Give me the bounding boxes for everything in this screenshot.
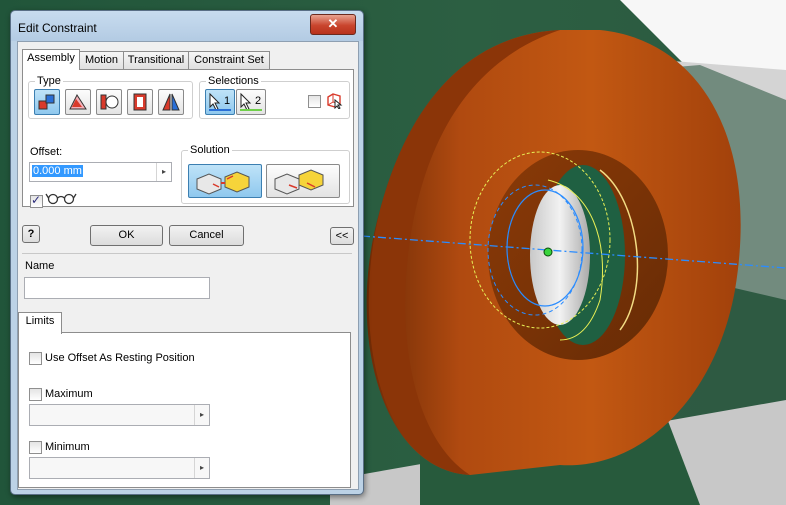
pick-part-first-icon[interactable]: [325, 91, 343, 109]
flush-solution-icon: [274, 169, 324, 195]
help-button[interactable]: ?: [22, 225, 40, 243]
offset-input[interactable]: 0.000 mm ▸: [29, 162, 172, 182]
limits-panel: Use Offset As Resting Position Maximum ▸…: [18, 332, 351, 488]
edit-constraint-dialog: Edit Constraint ✕ Assembly Motion Transi…: [10, 10, 364, 495]
tangent-icon: [100, 94, 119, 110]
symmetry-icon: [162, 93, 180, 111]
arrow-right-icon: ▸: [199, 463, 204, 472]
selection-2-number: 2: [255, 95, 262, 107]
selections-label: Selections: [206, 75, 261, 87]
use-offset-label: Use Offset As Resting Position: [45, 352, 195, 364]
offset-value: 0.000 mm: [32, 165, 83, 177]
maximum-dropdown-arrow[interactable]: ▸: [194, 405, 209, 425]
selection-1-color-bar: [209, 109, 231, 111]
tab-limits[interactable]: Limits: [18, 312, 62, 334]
arrow-right-icon: ▸: [199, 410, 204, 419]
help-icon: ?: [27, 228, 35, 240]
arrow-right-icon: ▸: [161, 167, 166, 176]
use-offset-checkbox[interactable]: [29, 352, 42, 365]
selection-1-button[interactable]: 1: [205, 89, 235, 115]
maximum-checkbox[interactable]: [29, 388, 42, 401]
selection-2-button[interactable]: 2: [236, 89, 266, 115]
minimum-dropdown-arrow[interactable]: ▸: [194, 458, 209, 478]
insert-icon: [133, 93, 147, 111]
insert-constraint-button[interactable]: [127, 89, 153, 115]
angle-constraint-button[interactable]: [65, 89, 91, 115]
divider: [22, 253, 352, 254]
selection-1-number: 1: [224, 95, 231, 107]
mate-solution-icon: [196, 171, 250, 195]
mate-constraint-button[interactable]: [34, 89, 60, 115]
collapse-button[interactable]: <<: [330, 227, 354, 245]
solution-label: Solution: [188, 144, 232, 156]
dialog-body: Assembly Motion Transitional Constraint …: [17, 41, 359, 490]
tangent-constraint-button[interactable]: [96, 89, 122, 115]
close-button[interactable]: ✕: [310, 14, 356, 35]
symmetry-constraint-button[interactable]: [158, 89, 184, 115]
mate-icon: [38, 94, 55, 110]
show-preview-checkbox[interactable]: [30, 193, 43, 208]
first-occurrence-checkbox[interactable]: [308, 95, 321, 108]
maximum-input[interactable]: ▸: [29, 404, 210, 426]
minimum-label: Minimum: [45, 441, 90, 453]
type-label: Type: [35, 75, 63, 87]
close-icon: ✕: [327, 16, 339, 31]
offset-label: Offset:: [30, 146, 63, 158]
minimum-checkbox[interactable]: [29, 441, 42, 454]
glasses-icon: [45, 193, 77, 205]
flush-solution-button[interactable]: [266, 164, 340, 198]
cancel-button[interactable]: Cancel: [169, 225, 244, 246]
tab-transitional[interactable]: Transitional: [123, 51, 189, 69]
angle-icon: [69, 93, 87, 110]
minimum-input[interactable]: ▸: [29, 457, 210, 479]
offset-dropdown-arrow[interactable]: ▸: [156, 163, 171, 181]
dialog-title: Edit Constraint: [18, 21, 97, 35]
selections-group: Selections 1 2: [199, 75, 350, 119]
dialog-titlebar[interactable]: Edit Constraint ✕: [11, 11, 363, 41]
mate-solution-button[interactable]: [188, 164, 262, 198]
tab-motion[interactable]: Motion: [79, 51, 124, 69]
selection-2-color-bar: [240, 109, 262, 111]
ok-button[interactable]: OK: [90, 225, 163, 246]
maximum-label: Maximum: [45, 388, 93, 400]
type-group: Type: [28, 75, 193, 119]
name-input[interactable]: [24, 277, 210, 299]
solution-group: Solution: [181, 144, 350, 204]
assembly-tab-panel: Type Selections 1 2 Offset: 0.000 mm ▸ ✓…: [22, 69, 354, 208]
tab-assembly[interactable]: Assembly: [22, 49, 80, 70]
name-label: Name: [25, 260, 55, 272]
tab-constraint-set[interactable]: Constraint Set: [188, 51, 270, 69]
